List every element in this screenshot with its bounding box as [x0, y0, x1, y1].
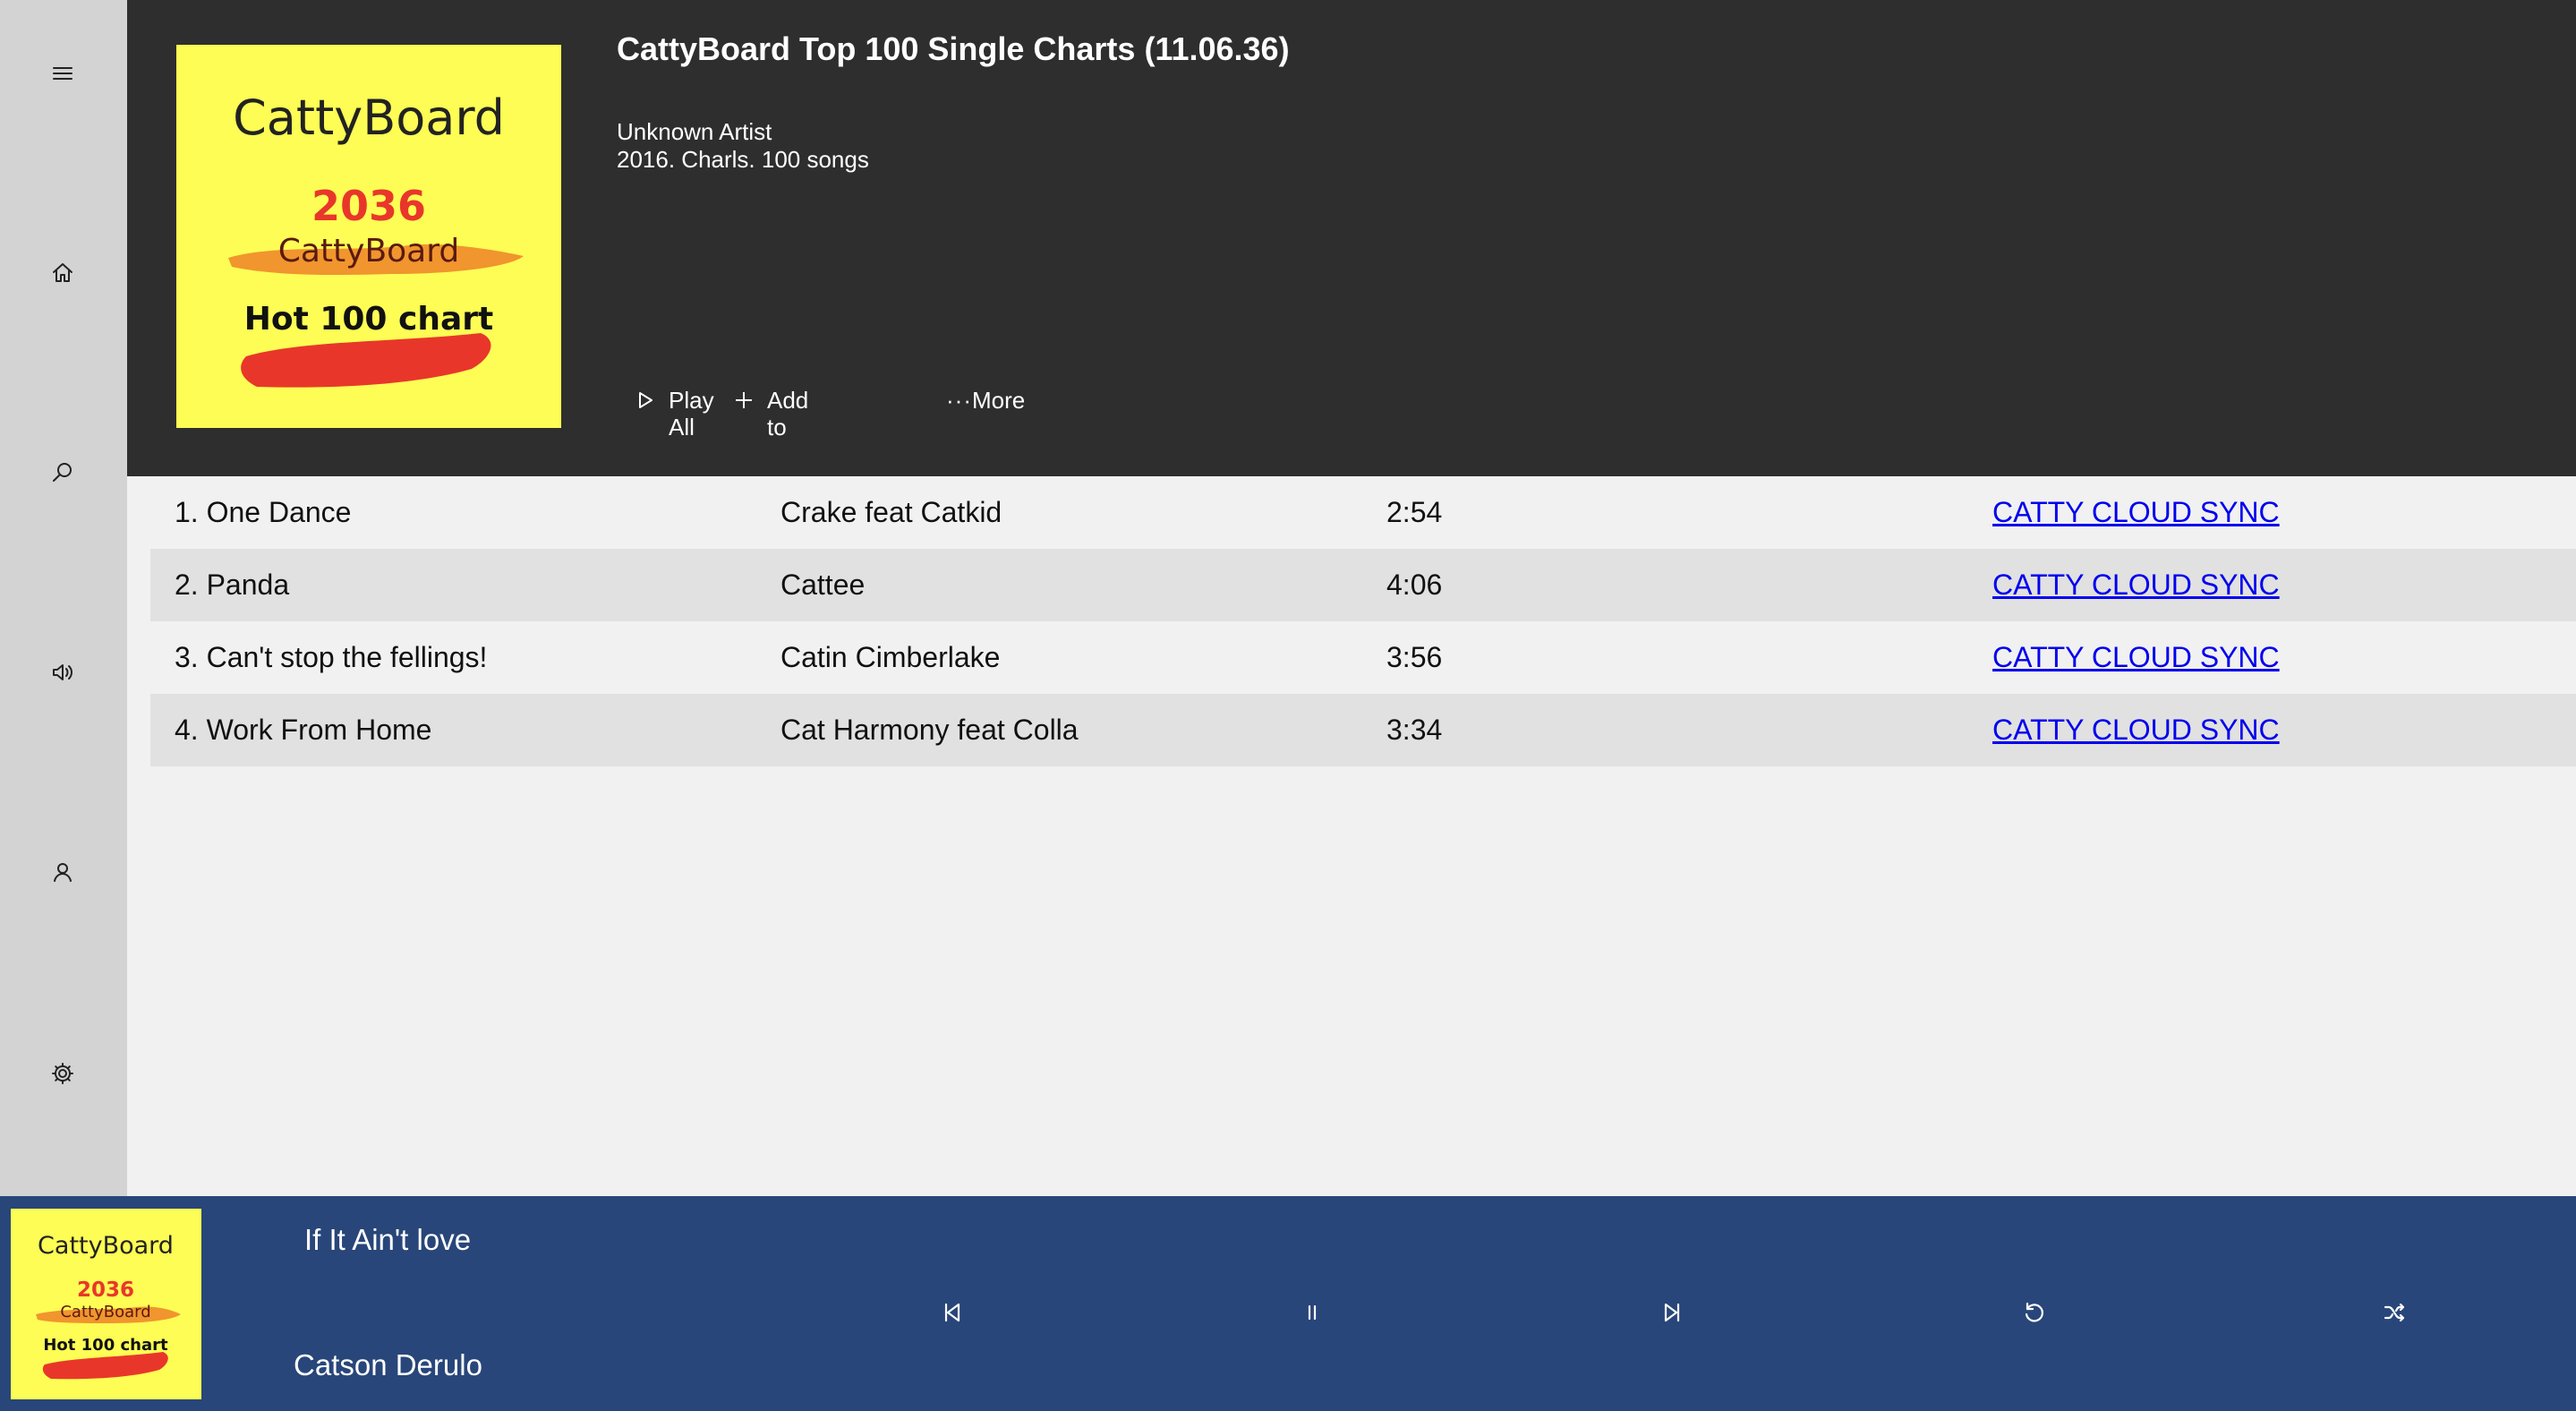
settings-button[interactable] — [31, 1042, 94, 1105]
play-all-label-line2: All — [669, 414, 695, 440]
volume-button[interactable] — [31, 641, 94, 704]
cloud-sync-link[interactable]: CATTY CLOUD SYNC — [1992, 694, 2280, 766]
now-playing-cover: CattyBoard 2036 CattyBoard Hot 100 chart — [11, 1209, 201, 1399]
track-artist: Catin Cimberlake — [780, 641, 1001, 673]
previous-button[interactable] — [925, 1286, 978, 1339]
album-header: CattyBoard 2036 CattyBoard Hot 100 chart… — [127, 0, 2576, 476]
track-artist: Cattee — [780, 569, 866, 601]
play-all-label-line1: Play — [669, 387, 714, 414]
cover-year: 2036 — [311, 182, 426, 230]
cloud-sync-link[interactable]: CATTY CLOUD SYNC — [1992, 549, 2280, 621]
pause-button[interactable] — [1285, 1286, 1339, 1339]
cover-brand: CattyBoard — [233, 90, 505, 146]
add-to-label-line1: Add — [767, 387, 809, 414]
play-icon — [639, 392, 653, 408]
track-duration: 3:34 — [1386, 714, 1443, 746]
cover-caption: Hot 100 chart — [244, 301, 494, 338]
account-button[interactable] — [31, 841, 94, 903]
album-cover: CattyBoard 2036 CattyBoard Hot 100 chart — [176, 45, 561, 428]
shuffle-icon — [2384, 1303, 2405, 1322]
track-row[interactable]: 4. Work From Home Cat Harmony feat Colla… — [150, 694, 2576, 766]
pcover-sub-brand: CattyBoard — [60, 1303, 150, 1321]
track-artist: Crake feat Catkid — [780, 496, 1002, 528]
album-artist: Unknown Artist — [617, 118, 772, 145]
album-details: 2016. Charls. 100 songs — [617, 146, 869, 173]
cloud-sync-link[interactable]: CATTY CLOUD SYNC — [1992, 621, 2280, 694]
track-duration: 3:56 — [1386, 641, 1443, 673]
ellipsis-icon: ··· — [946, 387, 972, 414]
plus-icon — [736, 392, 752, 408]
search-icon — [53, 463, 72, 482]
skip-previous-icon — [944, 1303, 960, 1322]
pcover-brand: CattyBoard — [38, 1232, 174, 1260]
track-row[interactable]: 1. One Dance Crake feat Catkid 2:54 CATT… — [150, 476, 2576, 549]
add-to-button[interactable]: Add to — [734, 387, 808, 440]
track-list: 1. One Dance Crake feat Catkid 2:54 CATT… — [150, 476, 2576, 766]
track-duration: 4:06 — [1386, 569, 1443, 601]
cloud-sync-link[interactable]: CATTY CLOUD SYNC — [1992, 476, 2280, 549]
pcover-caption: Hot 100 chart — [43, 1336, 168, 1355]
track-title: 1. One Dance — [175, 496, 352, 528]
pcover-year: 2036 — [77, 1278, 134, 1302]
home-button[interactable] — [31, 242, 94, 304]
play-all-button[interactable]: Play All — [635, 387, 714, 440]
speaker-icon — [53, 664, 73, 680]
add-to-label-line2: to — [767, 414, 787, 440]
now-playing-artist: Catson Derulo — [294, 1348, 482, 1381]
nav-rail — [0, 0, 127, 1196]
next-button[interactable] — [1646, 1286, 1700, 1339]
track-row[interactable]: 3. Can't stop the fellings! Catin Cimber… — [150, 621, 2576, 694]
more-button[interactable]: ··· More — [946, 387, 1025, 414]
album-title: CattyBoard Top 100 Single Charts (11.06.… — [617, 30, 1290, 67]
track-title: 2. Panda — [175, 569, 290, 601]
track-title: 3. Can't stop the fellings! — [175, 641, 488, 673]
home-icon — [53, 263, 73, 282]
hamburger-menu-icon — [53, 67, 73, 80]
repeat-icon — [2025, 1302, 2043, 1322]
track-row[interactable]: 2. Panda Cattee 4:06 CATTY CLOUD SYNC — [150, 549, 2576, 621]
player-bar: CattyBoard 2036 CattyBoard Hot 100 chart… — [0, 1196, 2576, 1411]
cover-sub-brand: CattyBoard — [278, 233, 460, 269]
search-button[interactable] — [31, 441, 94, 504]
repeat-button[interactable] — [2007, 1286, 2060, 1339]
track-title: 4. Work From Home — [175, 714, 432, 746]
album-meta: Unknown Artist 2016. Charls. 100 songs — [617, 118, 869, 174]
gear-icon — [52, 1063, 73, 1084]
shuffle-button[interactable] — [2367, 1286, 2421, 1339]
user-icon — [54, 863, 72, 882]
track-artist: Cat Harmony feat Colla — [780, 714, 1079, 746]
menu-button[interactable] — [31, 42, 94, 105]
more-label: More — [971, 387, 1026, 414]
track-duration: 2:54 — [1386, 496, 1443, 528]
skip-next-icon — [1664, 1303, 1680, 1322]
now-playing-title: If It Ain't love — [304, 1223, 472, 1256]
pause-icon — [1308, 1304, 1317, 1321]
